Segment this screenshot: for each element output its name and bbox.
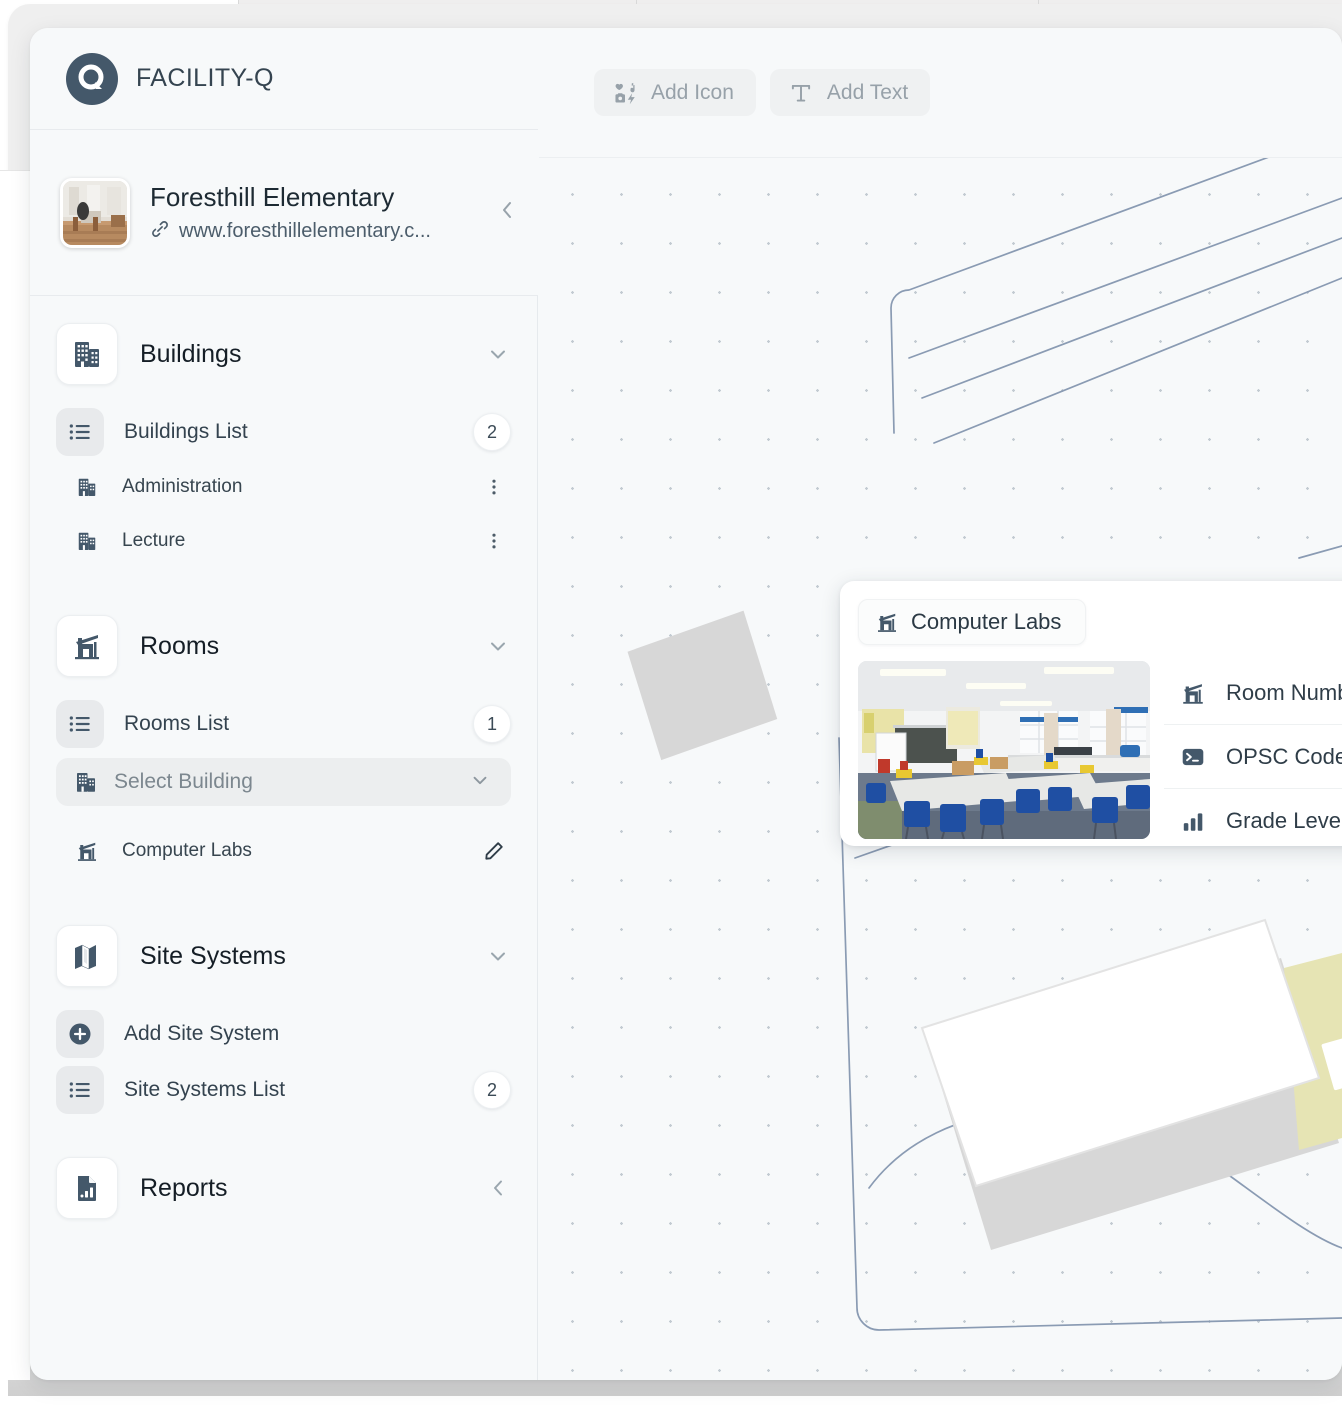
popup-title: Computer Labs (911, 609, 1062, 634)
sidebar-item-label: Site Systems List (124, 1078, 286, 1101)
building-icon (70, 530, 104, 552)
site-interior-photo (60, 177, 130, 248)
text-t-icon (788, 80, 814, 106)
add-text-label: Add Text (826, 80, 909, 104)
sidebar-nav: Buildings Buildings List 2 Administratio… (30, 296, 538, 1380)
site-meta: Foresthill Elementary www.foresthillelem… (150, 182, 476, 244)
chevron-down-icon[interactable] (485, 634, 511, 658)
site-url[interactable]: www.foresthillelementary.c... (179, 220, 431, 243)
terminal-icon (1180, 744, 1210, 770)
buildings-count-badge: 2 (473, 413, 511, 451)
kebab-menu-icon[interactable] (477, 477, 511, 497)
sidebar-child-computer-labs[interactable]: Computer Labs (56, 824, 511, 878)
sidebar-group-buildings[interactable]: Buildings (56, 322, 511, 386)
window-left-strip (0, 170, 30, 1380)
chevron-left-icon[interactable] (496, 197, 518, 228)
site-card[interactable]: Foresthill Elementary www.foresthillelem… (30, 130, 538, 296)
pencil-edit-icon[interactable] (477, 840, 511, 862)
sidebar-group-label: Buildings (140, 339, 242, 368)
select-building-value: Select Building (114, 770, 253, 793)
sidebar-item-site-systems-list[interactable]: Site Systems List 2 (56, 1062, 511, 1118)
sidebar-group-site-systems[interactable]: Site Systems (56, 924, 511, 988)
map-icon (56, 925, 118, 987)
list-icon (56, 408, 104, 456)
app-panel: FACILITY-Q Foresthill Elementary www.for… (30, 28, 1342, 1380)
popup-field-list: Room Number OPSC Code (1164, 661, 1342, 853)
sidebar-child-label: Administration (122, 476, 243, 497)
bar-chart-icon (1180, 808, 1210, 834)
canvas-toolbar: Add Icon Add Text (539, 28, 1342, 158)
popup-field-grade-level[interactable]: Grade Level (1164, 789, 1342, 853)
sidebar-child-lecture[interactable]: Lecture (56, 514, 511, 568)
sidebar-group-label: Site Systems (140, 941, 286, 970)
rooms-count-badge: 1 (473, 705, 511, 743)
popup-field-label: Grade Level (1226, 808, 1342, 833)
sidebar-group-label: Rooms (140, 631, 220, 660)
sidebar-item-label: Rooms List (124, 712, 230, 735)
link-icon (150, 219, 170, 244)
sidebar-child-administration[interactable]: Administration (56, 460, 511, 514)
sidebar-item-add-site-system[interactable]: Add Site System (56, 1006, 511, 1062)
circle-q-logo-icon (66, 52, 118, 105)
popup-title-chip[interactable]: Computer Labs (858, 599, 1086, 645)
house-icon (1180, 680, 1210, 706)
office-buildings-icon (56, 323, 118, 385)
add-text-button[interactable]: Add Text (769, 69, 931, 116)
list-icon (56, 700, 104, 748)
popup-field-opsc-code[interactable]: OPSC Code (1164, 725, 1342, 789)
sidebar-item-label: Add Site System (124, 1022, 280, 1045)
sidebar-group-label: Reports (140, 1173, 228, 1202)
sidebar-group-reports[interactable]: Reports (56, 1156, 511, 1220)
sidebar-group-rooms[interactable]: Rooms (56, 614, 511, 678)
sidebar-item-rooms-list[interactable]: Rooms List 1 (56, 696, 511, 752)
sidebar-child-label: Computer Labs (122, 840, 252, 861)
chevron-down-icon[interactable] (485, 944, 511, 968)
site-systems-count-badge: 2 (473, 1071, 511, 1109)
house-icon (56, 615, 118, 677)
popup-body: Room Number OPSC Code (840, 645, 1342, 853)
add-icon-button[interactable]: Add Icon (594, 69, 756, 116)
popup-field-label: Room Number (1226, 679, 1342, 705)
classroom-photo (858, 661, 1150, 839)
icon-grid-icon (612, 80, 638, 106)
brand-header: FACILITY-Q (30, 28, 538, 130)
list-icon (56, 1066, 104, 1114)
chevron-down-icon[interactable] (469, 769, 491, 796)
add-icon-label: Add Icon (651, 80, 734, 104)
chevron-left-icon[interactable] (485, 1176, 511, 1200)
select-building-dropdown[interactable]: Select Building (56, 758, 511, 806)
sidebar-item-buildings-list[interactable]: Buildings List 2 (56, 404, 511, 460)
house-icon (875, 610, 899, 634)
popup-field-room-number[interactable]: Room Number (1164, 661, 1342, 725)
app-title: FACILITY-Q (136, 64, 274, 92)
plus-circle-icon (56, 1010, 104, 1058)
building-icon (74, 770, 100, 794)
building-icon (70, 476, 104, 498)
site-url-row[interactable]: www.foresthillelementary.c... (150, 219, 476, 244)
sidebar-child-label: Lecture (122, 530, 186, 551)
app-root: FACILITY-Q Foresthill Elementary www.for… (0, 0, 1342, 1410)
popup-field-label: OPSC Code (1226, 743, 1342, 769)
room-detail-popup[interactable]: Computer Labs Room Num OPSC Code Grade L… (840, 581, 1342, 846)
chevron-down-icon[interactable] (485, 342, 511, 366)
house-icon (70, 839, 104, 863)
site-title: Foresthill Elementary (150, 181, 395, 212)
kebab-menu-icon[interactable] (477, 531, 511, 551)
report-document-icon (56, 1157, 118, 1219)
sidebar-item-label: Buildings List (124, 420, 248, 443)
